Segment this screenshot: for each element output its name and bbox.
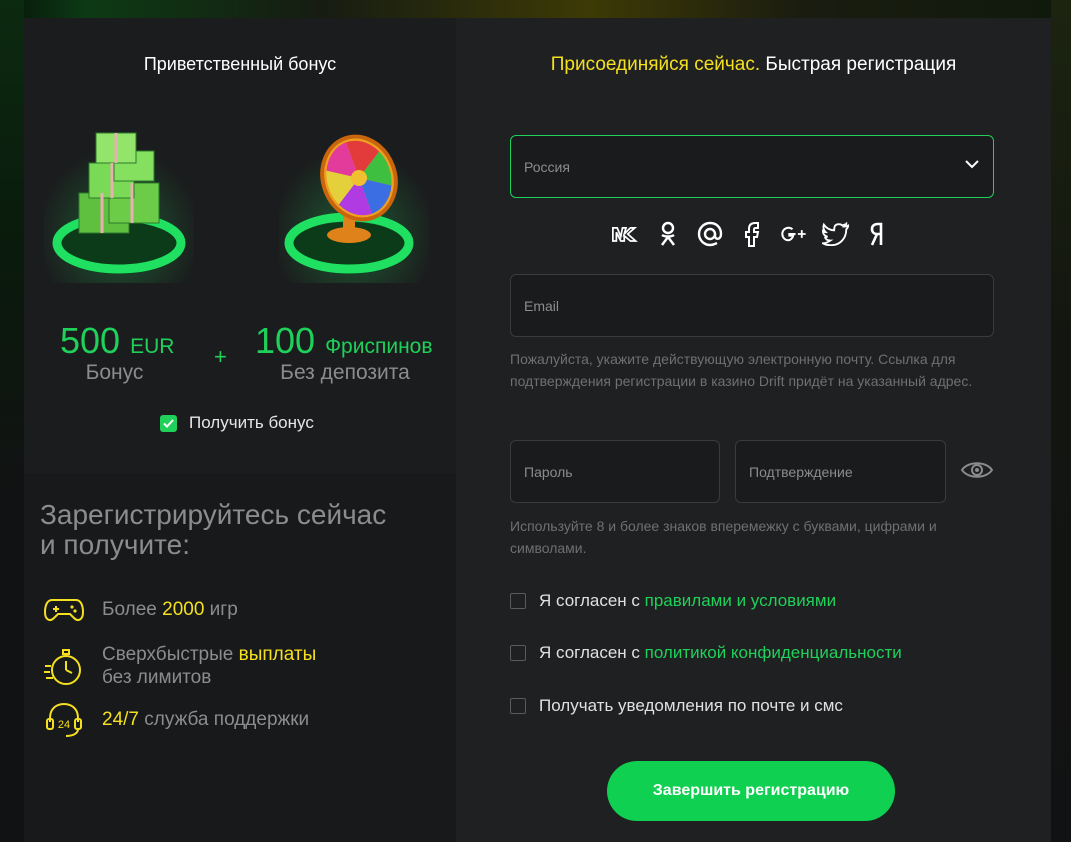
registration-title-highlight: Присоединяйся сейчас. bbox=[550, 54, 761, 75]
bonus-title: Приветственный бонус bbox=[143, 54, 337, 74]
feature-support-text: 24/7 служба поддержки bbox=[102, 709, 310, 730]
notify-label: Получать уведомления по почте и смс bbox=[539, 696, 843, 715]
social-login-row bbox=[612, 220, 892, 248]
confirm-placeholder: Подтверждение bbox=[749, 463, 853, 480]
bonus-panel: Приветственный бонус 500 EUR Бонус + 100… bbox=[24, 18, 456, 842]
checkbox-empty-icon[interactable] bbox=[510, 645, 526, 661]
agree-privacy-label: Я согласен с политикой конфиденциальност… bbox=[539, 643, 902, 662]
password-hint: Используйте 8 и более знаков вперемежку … bbox=[510, 518, 937, 556]
agree-privacy-checkbox[interactable]: Я согласен с политикой конфиденциальност… bbox=[510, 643, 902, 663]
stopwatch-icon bbox=[44, 647, 84, 687]
vk-icon[interactable] bbox=[612, 220, 640, 248]
spins-amount: 100 Фриспинов bbox=[255, 320, 433, 361]
feature-support: 24 24/7 служба поддержки bbox=[44, 700, 309, 740]
rules-link[interactable]: правилами и условиями bbox=[645, 591, 836, 610]
feature-payouts-text: Сверхбыстрые выплаты без лимитов bbox=[102, 644, 317, 688]
agree-rules-checkbox[interactable]: Я согласен с правилами и условиями bbox=[510, 591, 836, 611]
submit-registration-button[interactable]: Завершить регистрацию bbox=[607, 761, 895, 821]
spins-sub: Без депозита bbox=[280, 361, 410, 384]
facebook-icon[interactable] bbox=[738, 220, 766, 248]
country-value: Россия bbox=[524, 158, 570, 175]
cash-stack-icon bbox=[44, 123, 194, 283]
checkbox-empty-icon[interactable] bbox=[510, 593, 526, 609]
password-confirm-field[interactable]: Подтверждение bbox=[735, 440, 946, 503]
notify-checkbox[interactable]: Получать уведомления по почте и смс bbox=[510, 696, 843, 716]
gamepad-icon bbox=[44, 590, 84, 630]
right-edge-background bbox=[1051, 0, 1071, 842]
bonus-amount: 500 EUR bbox=[60, 320, 175, 361]
svg-text:24: 24 bbox=[58, 719, 70, 731]
mailru-icon[interactable] bbox=[696, 220, 724, 248]
registration-title-rest: Быстрая регистрация bbox=[760, 54, 957, 75]
registration-form: Присоединяйся сейчас. Быстрая регистраци… bbox=[456, 18, 1051, 842]
get-bonus-label: Получить бонус bbox=[189, 413, 314, 432]
chevron-down-icon bbox=[965, 160, 979, 169]
email-placeholder: Email bbox=[524, 297, 560, 314]
feature-payouts: Сверхбыстрые выплаты без лимитов bbox=[44, 643, 316, 689]
email-hint: Пожалуйста, укажите действующую электрон… bbox=[510, 351, 973, 389]
feature-games-text: Более 2000 игр bbox=[102, 599, 238, 620]
password-placeholder: Пароль bbox=[524, 463, 573, 480]
google-plus-icon[interactable] bbox=[780, 220, 808, 248]
twitter-icon[interactable] bbox=[822, 220, 850, 248]
bonus-unit: EUR bbox=[130, 335, 175, 358]
left-edge-background bbox=[0, 0, 24, 842]
agree-rules-label: Я согласен с правилами и условиями bbox=[539, 591, 837, 610]
checkbox-empty-icon[interactable] bbox=[510, 698, 526, 714]
password-field[interactable]: Пароль bbox=[510, 440, 720, 503]
country-select[interactable]: Россия bbox=[510, 135, 994, 198]
promo-title: Зарегистрируйтесь сейчас и получите: bbox=[40, 499, 387, 560]
bonus-sub: Бонус bbox=[85, 361, 144, 384]
support-24-icon: 24 bbox=[44, 700, 84, 740]
get-bonus-toggle[interactable]: Получить бонус bbox=[160, 413, 314, 433]
eye-icon[interactable] bbox=[960, 458, 994, 482]
privacy-link[interactable]: политикой конфиденциальности bbox=[645, 643, 902, 662]
checkbox-checked-icon[interactable] bbox=[160, 414, 177, 432]
registration-title: Присоединяйся сейчас. Быстрая регистраци… bbox=[456, 54, 1051, 76]
feature-games: Более 2000 игр bbox=[44, 590, 238, 630]
fortune-wheel-icon bbox=[279, 123, 429, 283]
email-field[interactable]: Email bbox=[510, 274, 994, 337]
plus-sign: + bbox=[214, 344, 227, 369]
spins-unit: Фриспинов bbox=[325, 335, 433, 358]
odnoklassniki-icon[interactable] bbox=[654, 220, 682, 248]
welcome-bonus-card: Приветственный бонус 500 EUR Бонус + 100… bbox=[24, 18, 456, 473]
yandex-icon[interactable] bbox=[864, 220, 892, 248]
